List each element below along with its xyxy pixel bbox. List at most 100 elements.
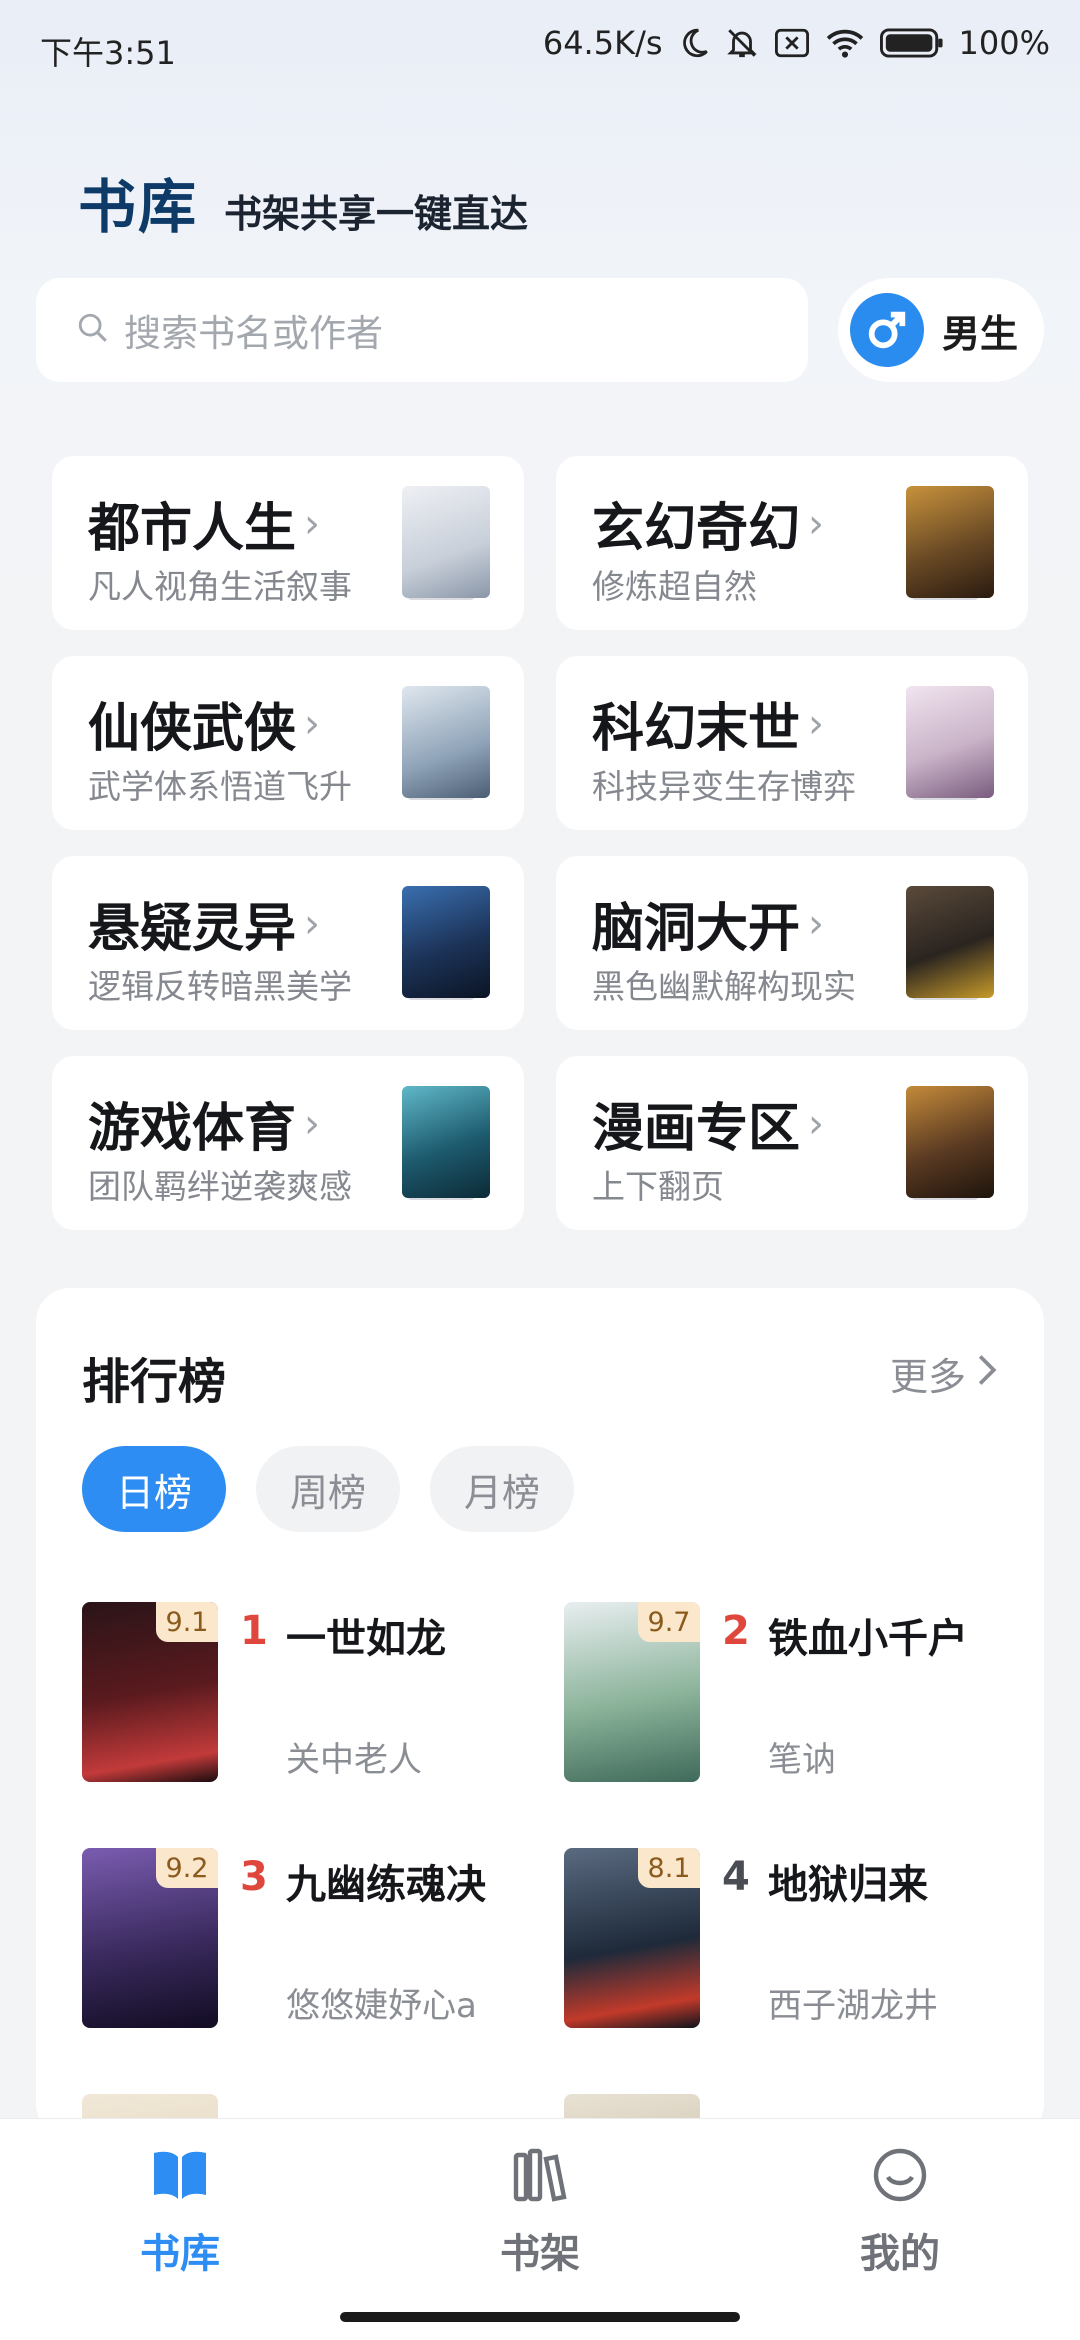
category-title-text: 漫画专区 (592, 1099, 801, 1159)
search-placeholder: 搜索书名或作者 (124, 312, 383, 355)
book-title: 一世如龙 (286, 1616, 446, 1662)
gender-label: 男生 (942, 311, 1019, 356)
ranking-book-item[interactable]: 9.1 1 一世如龙 关中老人 (82, 1602, 564, 1782)
category-title-text: 仙侠武侠 (88, 699, 297, 759)
category-card[interactable]: 科幻末世 › 科技异变生存博弈 (556, 656, 1028, 830)
category-cover-image (402, 686, 490, 798)
nav-item-profile[interactable]: 我的 (800, 2147, 1000, 2279)
category-card[interactable]: 脑洞大开 › 黑色幽默解构现实 (556, 856, 1028, 1030)
chevron-right-icon: › (808, 700, 825, 747)
search-input[interactable]: 搜索书名或作者 (36, 278, 808, 382)
category-title: 悬疑灵异 › (88, 886, 320, 961)
book-author: 笔讷 (768, 1740, 836, 1780)
category-card[interactable]: 漫画专区 › 上下翻页 (556, 1056, 1028, 1230)
book-rank-number: 4 (722, 1854, 750, 1900)
category-card[interactable]: 仙侠武侠 › 武学体系悟道飞升 (52, 656, 524, 830)
category-card[interactable]: 悬疑灵异 › 逻辑反转暗黑美学 (52, 856, 524, 1030)
category-cover-image (906, 1086, 994, 1198)
category-grid: 都市人生 › 凡人视角生活叙事 玄幻奇幻 › 修炼超自然 仙侠武侠 › 武学体系悟道飞… (52, 456, 1028, 1230)
battery-icon (879, 27, 945, 59)
category-desc: 逻辑反转暗黑美学 (88, 967, 352, 1006)
ranking-panel: 排行榜 更多 日榜 周榜 月榜 9.1 1 一世如龙 关中老人 9.7 2 铁血… (36, 1288, 1044, 2138)
book-open-icon (150, 2147, 210, 2207)
book-cover-image: 9.1 (82, 1602, 218, 1782)
tab-monthly[interactable]: 月榜 (430, 1446, 574, 1532)
category-title-text: 游戏体育 (88, 1099, 297, 1159)
category-cover-image (402, 486, 490, 598)
category-title-text: 玄幻奇幻 (592, 499, 801, 559)
category-cover-image (906, 886, 994, 998)
status-bar: 下午3:51 64.5K/s 100% (0, 0, 1080, 96)
chevron-right-icon: › (304, 500, 321, 547)
category-title: 玄幻奇幻 › (592, 486, 824, 561)
book-author: 关中老人 (286, 1740, 422, 1780)
chevron-right-icon (976, 1352, 998, 1396)
book-score-badge: 9.7 (638, 1602, 700, 1642)
category-cover-image (402, 886, 490, 998)
category-desc: 团队羁绊逆袭爽感 (88, 1167, 352, 1206)
sim-off-icon (773, 26, 811, 60)
chevron-right-icon: › (808, 500, 825, 547)
category-cover-image (906, 486, 994, 598)
book-title: 九幽练魂决 (286, 1862, 486, 1908)
category-desc: 科技异变生存博弈 (592, 767, 856, 806)
category-desc: 凡人视角生活叙事 (88, 567, 352, 606)
category-title: 漫画专区 › (592, 1086, 824, 1161)
book-author: 悠悠婕妤心a (286, 1986, 477, 2026)
chevron-right-icon: › (304, 700, 321, 747)
home-indicator (340, 2312, 740, 2322)
page-title: 书库 (78, 173, 199, 241)
category-title: 科幻末世 › (592, 686, 824, 761)
book-author: 西子湖龙井 (768, 1986, 938, 2026)
bookshelf-icon (510, 2147, 570, 2207)
category-card[interactable]: 玄幻奇幻 › 修炼超自然 (556, 456, 1028, 630)
book-cover-image: 8.1 (564, 1848, 700, 2028)
category-title: 游戏体育 › (88, 1086, 320, 1161)
book-title: 地狱归来 (768, 1862, 928, 1908)
category-title: 脑洞大开 › (592, 886, 824, 961)
category-card[interactable]: 游戏体育 › 团队羁绊逆袭爽感 (52, 1056, 524, 1230)
category-cover-image (906, 686, 994, 798)
ranking-book-item[interactable]: 9.7 2 铁血小千户 笔讷 (564, 1602, 1012, 1782)
battery-level: 100% (958, 24, 1050, 62)
more-label: 更多 (889, 1355, 966, 1399)
tab-daily[interactable]: 日榜 (82, 1446, 226, 1532)
category-desc: 上下翻页 (592, 1167, 724, 1206)
bottom-nav: 书库 书架 我的 (0, 2118, 1080, 2340)
nav-item-library[interactable]: 书库 (80, 2147, 280, 2279)
nav-item-bookshelf[interactable]: 书架 (440, 2147, 640, 2279)
book-rank-number: 3 (240, 1854, 268, 1900)
ranking-tabs: 日榜 周榜 月榜 (82, 1446, 574, 1532)
category-title-text: 悬疑灵异 (88, 899, 297, 959)
book-score-badge: 8.1 (638, 1848, 700, 1888)
page-header: 书库 书架共享一键直达 (78, 160, 528, 244)
tab-weekly[interactable]: 周榜 (256, 1446, 400, 1532)
status-time: 下午3:51 (40, 34, 176, 72)
chevron-right-icon: › (808, 1100, 825, 1147)
page-subtitle: 书架共享一键直达 (224, 192, 529, 236)
status-icons: 64.5K/s 100% (543, 24, 1050, 62)
category-title: 仙侠武侠 › (88, 686, 320, 761)
search-icon (76, 311, 110, 349)
chevron-right-icon: › (808, 900, 825, 947)
book-score-badge: 9.1 (156, 1602, 218, 1642)
moon-icon (677, 26, 711, 60)
book-score-badge: 9.2 (156, 1848, 218, 1888)
category-desc: 武学体系悟道飞升 (88, 767, 352, 806)
book-title: 铁血小千户 (768, 1616, 968, 1662)
gender-toggle-button[interactable]: 男生 (838, 278, 1044, 382)
ranking-more-link[interactable]: 更多 (890, 1346, 998, 1401)
chevron-right-icon: › (304, 1100, 321, 1147)
ranking-book-item[interactable]: 9.2 3 九幽练魂决 悠悠婕妤心a (82, 1848, 564, 2028)
nav-label: 书架 (500, 2231, 580, 2277)
network-speed: 64.5K/s (542, 24, 663, 62)
ranking-title: 排行榜 (82, 1354, 227, 1410)
category-cover-image (402, 1086, 490, 1198)
category-title: 都市人生 › (88, 486, 320, 561)
category-card[interactable]: 都市人生 › 凡人视角生活叙事 (52, 456, 524, 630)
nav-label: 我的 (860, 2231, 940, 2277)
smile-icon (870, 2147, 930, 2207)
ranking-book-item[interactable]: 8.1 4 地狱归来 西子湖龙井 (564, 1848, 1012, 2028)
nav-label: 书库 (140, 2231, 220, 2277)
category-title-text: 都市人生 (88, 499, 297, 559)
